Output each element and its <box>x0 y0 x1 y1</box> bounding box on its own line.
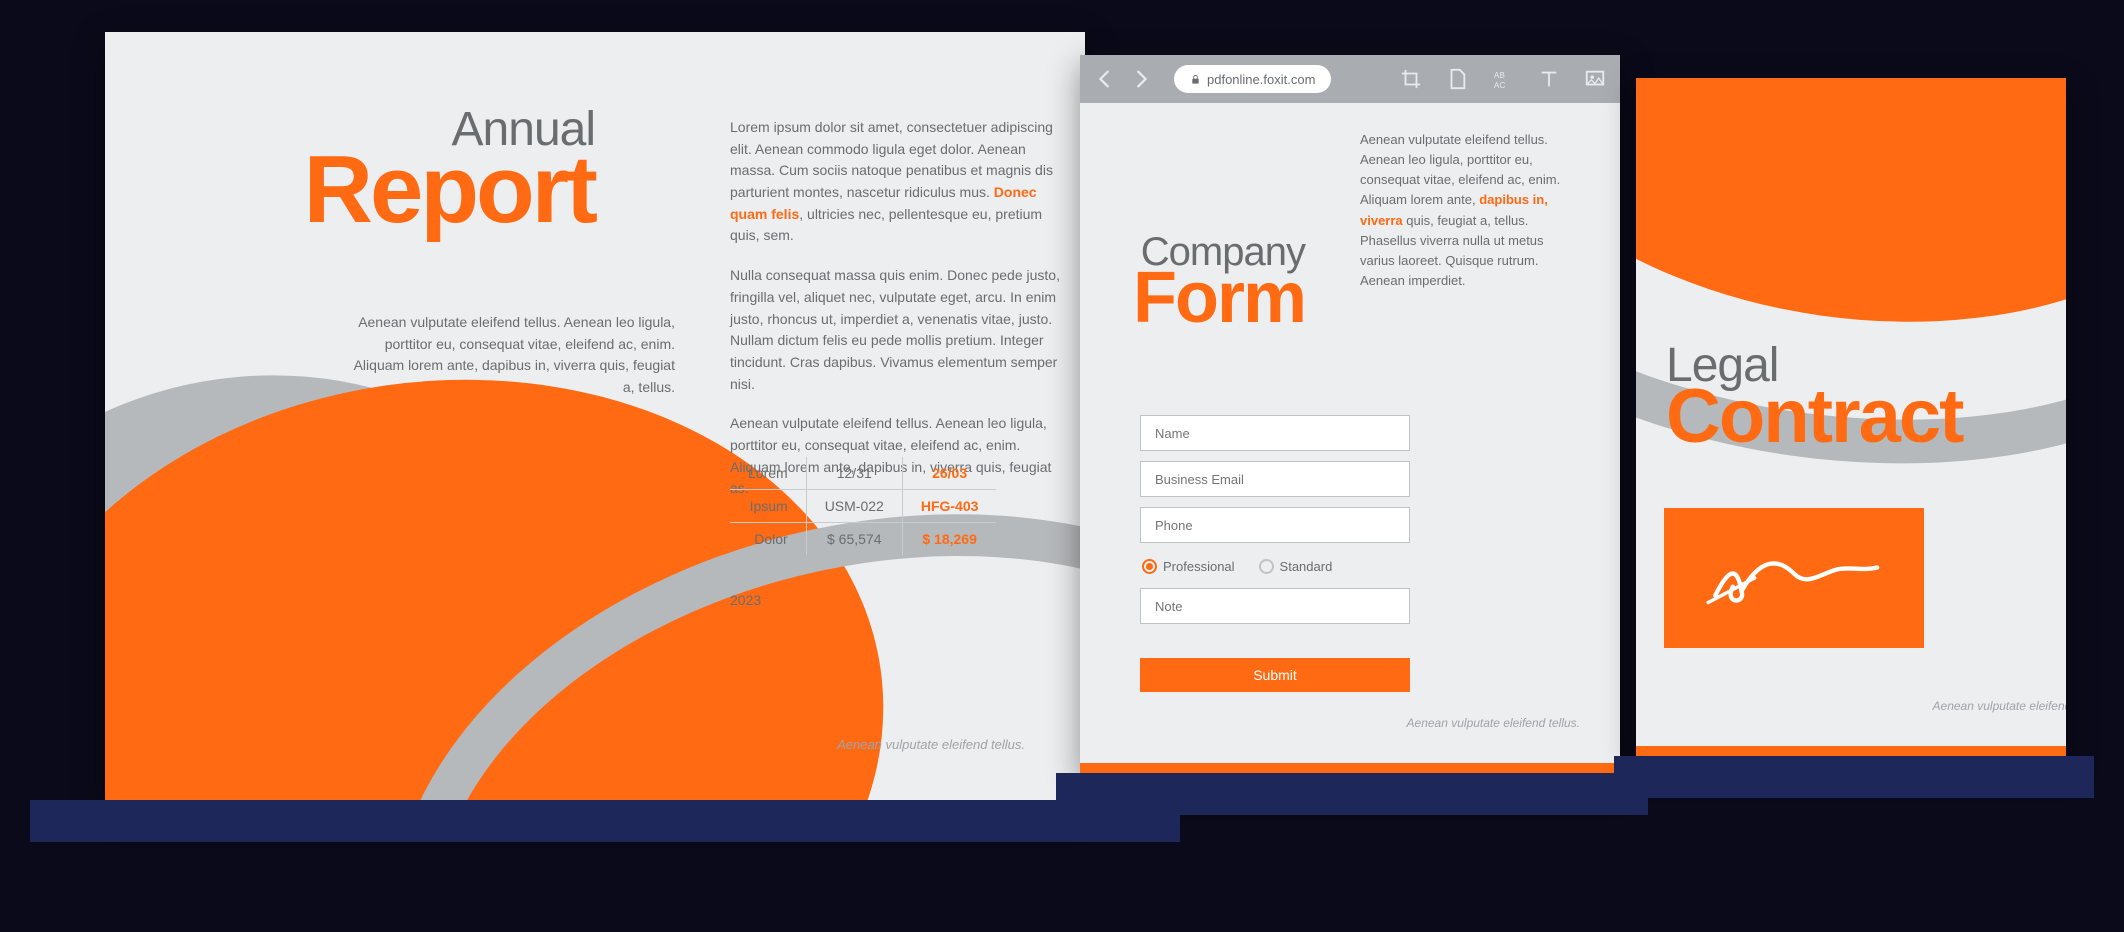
report-year: 2023 <box>730 592 761 608</box>
signature-box[interactable] <box>1664 508 1924 648</box>
device-bezel <box>30 800 1180 842</box>
browser-toolbar: pdfonline.foxit.com ABAC <box>1080 55 1620 103</box>
contract-title: Contract <box>1666 373 1962 460</box>
text-icon[interactable] <box>1538 68 1560 90</box>
table-row: Dolor $ 65,574 $ 18,269 <box>730 523 996 556</box>
url-text: pdfonline.foxit.com <box>1207 72 1315 87</box>
form-fields: Professional Standard Submit <box>1140 415 1410 692</box>
table-row: Lorem 12/31 26/03 <box>730 457 996 490</box>
back-icon[interactable] <box>1094 68 1116 90</box>
forward-icon[interactable] <box>1130 68 1152 90</box>
name-field[interactable] <box>1140 415 1410 451</box>
report-data-table: Lorem 12/31 26/03 Ipsum USM-022 HFG-403 … <box>730 457 996 555</box>
device-bezel <box>1614 756 2094 798</box>
crop-icon[interactable] <box>1400 68 1422 90</box>
submit-button[interactable]: Submit <box>1140 658 1410 692</box>
replace-text-icon[interactable]: ABAC <box>1492 68 1514 90</box>
report-footer: Aenean vulputate eleifend tellus. <box>837 737 1025 752</box>
address-bar[interactable]: pdfonline.foxit.com <box>1174 65 1331 93</box>
radio-icon <box>1259 559 1274 574</box>
note-field[interactable] <box>1140 588 1410 624</box>
form-body-text: Aenean vulputate eleifend tellus. Aenean… <box>1360 130 1580 291</box>
radio-professional[interactable]: Professional <box>1142 559 1235 574</box>
report-intro-text: Aenean vulputate eleifend tellus. Aenean… <box>350 312 675 399</box>
table-row: Ipsum USM-022 HFG-403 <box>730 490 996 523</box>
business-email-field[interactable] <box>1140 461 1410 497</box>
company-form-document: pdfonline.foxit.com ABAC Company Form Ae… <box>1080 55 1620 775</box>
form-title: Form <box>1130 257 1305 339</box>
svg-text:AB: AB <box>1494 71 1506 80</box>
form-footer: Aenean vulputate eleifend tellus. <box>1407 716 1580 730</box>
radio-icon <box>1142 559 1157 574</box>
legal-contract-document: Legal Contract Aenean vulputate eleifend… <box>1636 78 2066 758</box>
report-title: Report <box>225 135 595 245</box>
image-icon[interactable] <box>1584 68 1606 90</box>
phone-field[interactable] <box>1140 507 1410 543</box>
contract-footer: Aenean vulputate eleifend tellus. <box>1846 699 2066 713</box>
svg-text:AC: AC <box>1494 81 1506 90</box>
report-paragraph-2: Nulla consequat massa quis enim. Donec p… <box>730 265 1060 395</box>
radio-standard[interactable]: Standard <box>1259 559 1333 574</box>
report-paragraph-1: Lorem ipsum dolor sit amet, consectetuer… <box>730 117 1060 247</box>
page-icon[interactable] <box>1446 68 1468 90</box>
annual-report-document: Annual Report Aenean vulputate eleifend … <box>105 32 1085 802</box>
signature-icon <box>1704 543 1884 613</box>
lock-icon <box>1190 74 1201 85</box>
